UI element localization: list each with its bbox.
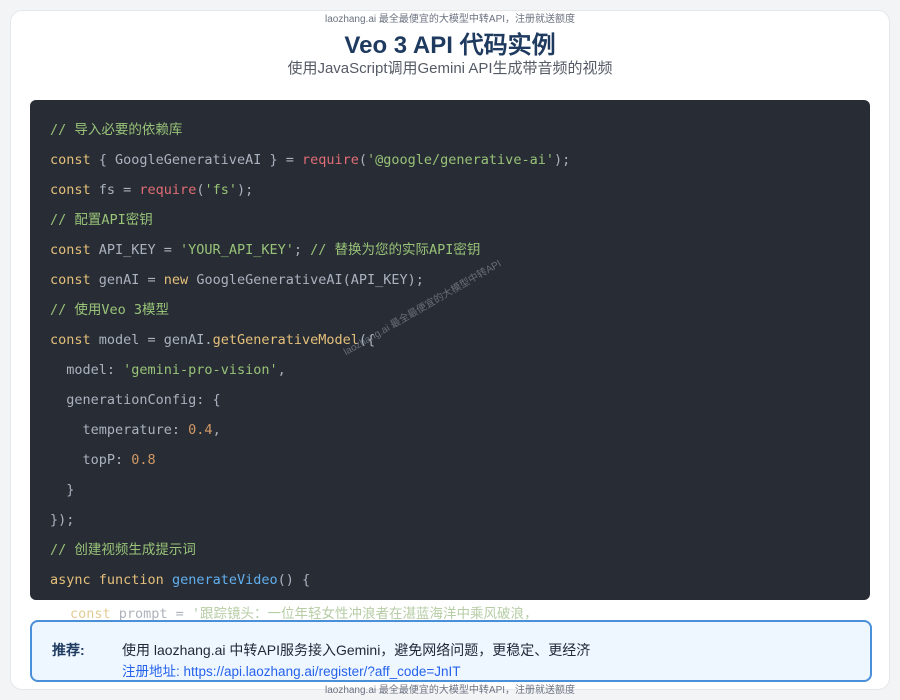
- code-keyword: const: [50, 182, 91, 198]
- code-string: 'gemini-pro-vision': [123, 362, 278, 378]
- code-text: genAI =: [90, 272, 164, 288]
- code-function: require: [139, 182, 197, 198]
- code-text: temperature:: [50, 422, 189, 438]
- code-keyword: async: [50, 572, 91, 588]
- code-text: );: [553, 152, 571, 168]
- code-function: require: [301, 152, 359, 168]
- watermark-top: laozhang.ai 最全最便宜的大模型中转API，注册就送额度: [324, 14, 576, 25]
- code-keyword: new: [163, 272, 189, 288]
- code-number: 0.4: [188, 422, 213, 438]
- code-line: });: [50, 505, 570, 535]
- code-lines: // 导入必要的依赖库 const { GoogleGenerativeAI }…: [50, 115, 570, 595]
- content-card: Veo 3 API 代码实例 使用JavaScript调用Gemini API生…: [10, 10, 890, 690]
- code-keyword: function: [98, 572, 164, 588]
- page-title: Veo 3 API 代码实例: [344, 32, 556, 59]
- code-string: 'fs': [204, 182, 237, 198]
- code-text: );: [236, 182, 254, 198]
- page-subtitle: 使用JavaScript调用Gemini API生成带音频的视频: [287, 60, 613, 77]
- code-string: 'YOUR_API_KEY': [180, 242, 294, 258]
- code-comment: // 导入必要的依赖库: [50, 122, 183, 138]
- code-comment: // 配置API密钥: [50, 212, 153, 228]
- code-method: getGenerativeModel: [212, 332, 359, 348]
- code-keyword: const: [50, 332, 91, 348]
- code-keyword: const: [50, 152, 91, 168]
- code-line: const { GoogleGenerativeAI } = require('…: [50, 145, 570, 175]
- code-number: 0.8: [131, 452, 156, 468]
- code-line: // 创建视频生成提示词: [50, 535, 570, 565]
- code-line: // 导入必要的依赖库: [50, 115, 570, 145]
- code-block[interactable]: // 导入必要的依赖库 const { GoogleGenerativeAI }…: [30, 100, 870, 600]
- code-text: ({: [358, 332, 376, 348]
- code-overflow-line: const prompt = '跟踪镜头：一位年轻女性冲浪者在湛蓝海洋中乘风破浪…: [70, 602, 538, 622]
- recommendation-label: 推荐:: [52, 642, 85, 658]
- recommendation-box: 推荐: 使用 laozhang.ai 中转API服务接入Gemini，避免网络问…: [30, 620, 872, 682]
- code-text: ,: [277, 362, 286, 378]
- code-comment: // 使用Veo 3模型: [50, 302, 170, 318]
- code-line: model: 'gemini-pro-vision',: [50, 355, 570, 385]
- code-line: temperature: 0.4,: [50, 415, 570, 445]
- code-text: generationConfig: {: [50, 392, 221, 408]
- code-text: model:: [50, 362, 124, 378]
- code-line: generationConfig: {: [50, 385, 570, 415]
- code-text: (: [358, 152, 368, 168]
- code-text: });: [50, 512, 75, 528]
- code-line: // 使用Veo 3模型: [50, 295, 570, 325]
- code-function-name: generateVideo: [171, 572, 278, 588]
- code-text: }: [50, 482, 75, 498]
- code-line: // 配置API密钥: [50, 205, 570, 235]
- code-text: model = genAI.: [90, 332, 213, 348]
- code-line: }: [50, 475, 570, 505]
- code-line: const genAI = new GoogleGenerativeAI(API…: [50, 265, 570, 295]
- code-text: fs =: [90, 182, 140, 198]
- register-link[interactable]: 注册地址: https://api.laozhang.ai/register/?…: [122, 660, 461, 680]
- code-text: GoogleGenerativeAI(API_KEY);: [188, 272, 424, 288]
- code-text: { GoogleGenerativeAI } =: [90, 152, 302, 168]
- code-text: () {: [277, 572, 311, 588]
- code-string: '@google/generative-ai': [367, 152, 554, 168]
- code-text: API_KEY =: [90, 242, 181, 258]
- code-line: const fs = require('fs');: [50, 175, 570, 205]
- recommendation-text: 使用 laozhang.ai 中转API服务接入Gemini，避免网络问题，更稳…: [122, 642, 591, 658]
- code-keyword: const: [50, 272, 91, 288]
- code-comment: // 创建视频生成提示词: [50, 542, 196, 558]
- code-text: topP:: [50, 452, 132, 468]
- code-line: const model = genAI.getGenerativeModel({: [50, 325, 570, 355]
- watermark-bottom: laozhang.ai 最全最便宜的大模型中转API，注册就送额度: [324, 685, 576, 696]
- code-comment: // 替换为您的实际API密钥: [310, 242, 481, 258]
- code-line: topP: 0.8: [50, 445, 570, 475]
- code-line: async function generateVideo() {: [50, 565, 570, 595]
- code-text: ;: [293, 242, 311, 258]
- code-text: ,: [212, 422, 221, 438]
- code-keyword: const: [50, 242, 91, 258]
- code-line: const API_KEY = 'YOUR_API_KEY'; // 替换为您的…: [50, 235, 570, 265]
